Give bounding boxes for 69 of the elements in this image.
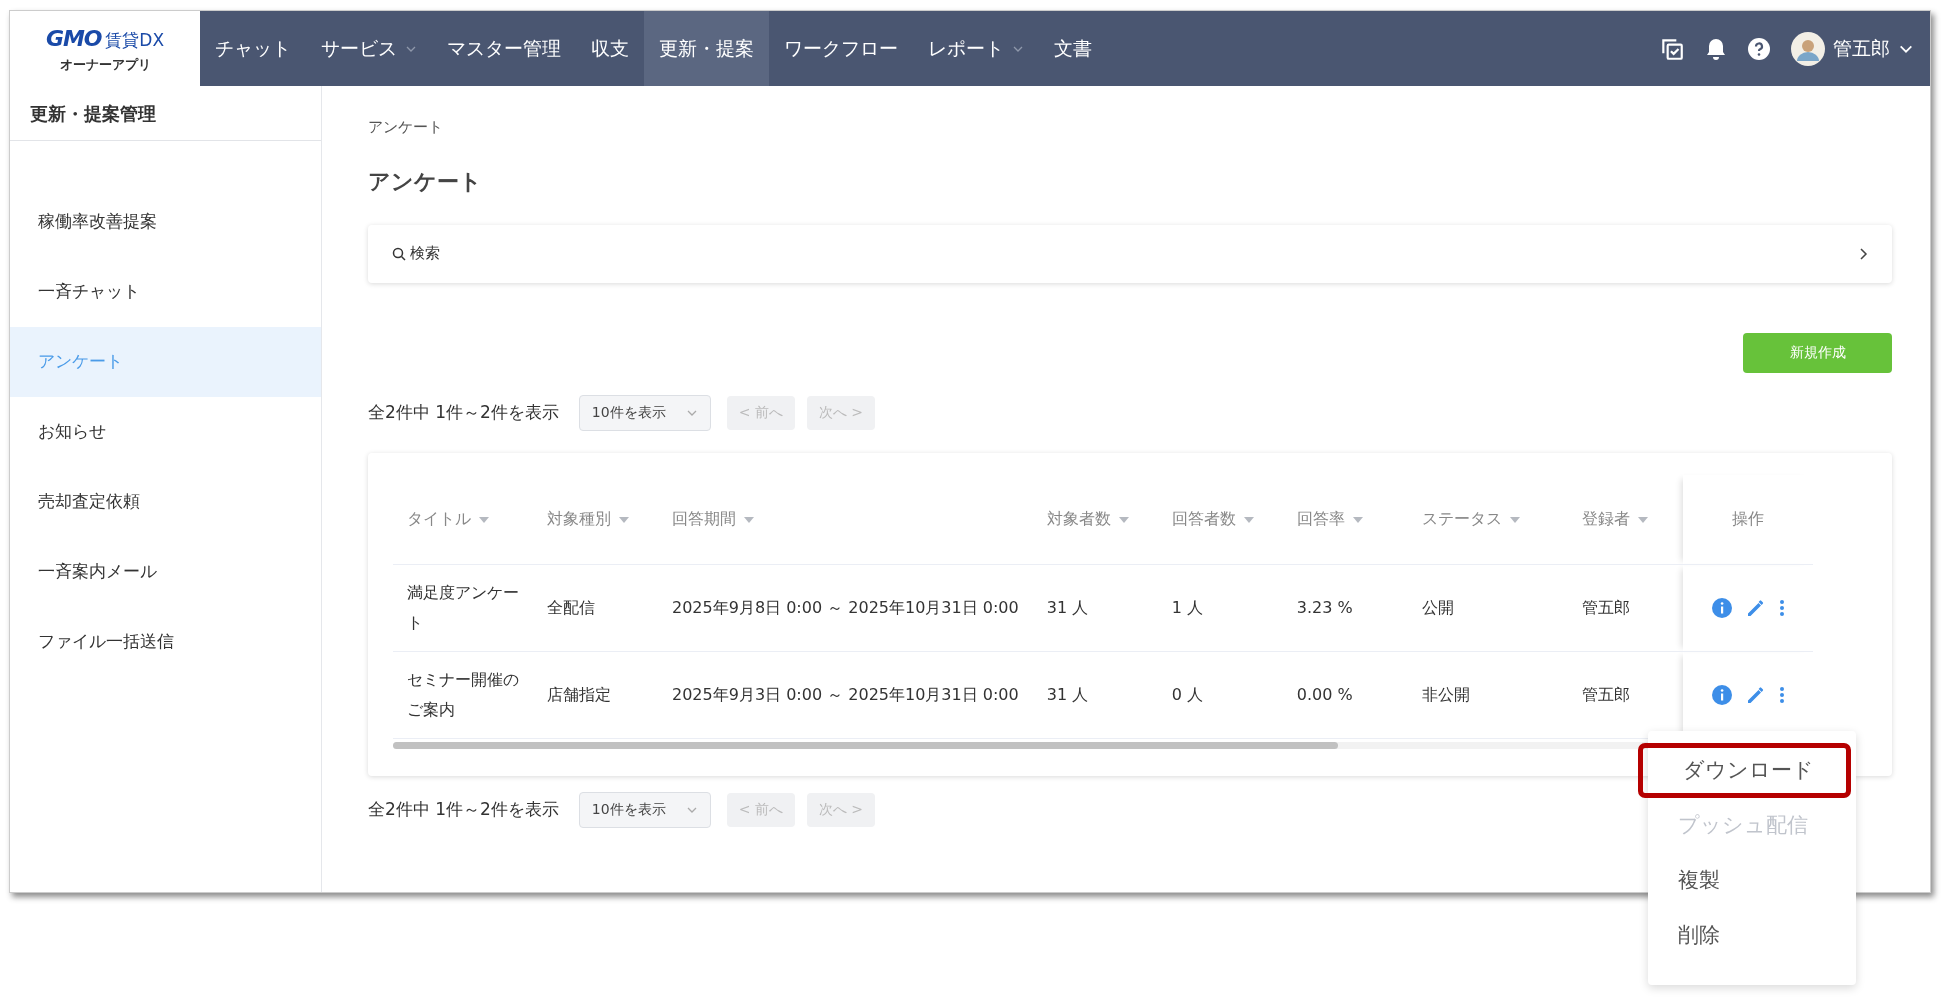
table-cell: 2025年9月3日 0:00 ～ 2025年10月31日 0:00 bbox=[658, 651, 1033, 739]
table-cell: 31 人 bbox=[1032, 564, 1158, 652]
menu-item[interactable]: 削除 bbox=[1648, 908, 1856, 963]
table-cell: 店舗指定 bbox=[533, 651, 658, 739]
column-header[interactable]: 対象種別 bbox=[533, 474, 658, 565]
table-cell: 全配信 bbox=[533, 564, 658, 652]
page-title: アンケート bbox=[368, 167, 483, 196]
menu-item[interactable]: 複製 bbox=[1648, 853, 1856, 908]
column-header[interactable]: 回答者数 bbox=[1157, 474, 1283, 565]
nav-tab[interactable]: マスター管理 bbox=[432, 11, 576, 86]
table-cell: 2025年9月8日 0:00 ～ 2025年10月31日 0:00 bbox=[658, 564, 1033, 652]
nav-tab[interactable]: 文書 bbox=[1039, 11, 1107, 86]
sidebar-title: 更新・提案管理 bbox=[30, 101, 156, 126]
nav-tab[interactable]: レポート bbox=[913, 11, 1039, 86]
nav-tab[interactable]: チャット bbox=[200, 11, 306, 86]
help-icon[interactable] bbox=[1747, 36, 1771, 61]
sidebar-item[interactable]: 一斉チャット bbox=[10, 257, 321, 327]
nav-tab[interactable]: 更新・提案 bbox=[644, 11, 769, 86]
column-header[interactable]: 対象者数 bbox=[1032, 474, 1158, 565]
sort-icon[interactable] bbox=[479, 516, 489, 523]
info-icon[interactable] bbox=[1710, 684, 1733, 706]
avatar-icon bbox=[1791, 31, 1825, 66]
column-header[interactable]: 操作 bbox=[1682, 474, 1813, 565]
sort-icon[interactable] bbox=[744, 516, 754, 523]
sort-icon[interactable] bbox=[1352, 516, 1363, 523]
table-cell: 公開 bbox=[1407, 564, 1568, 652]
result-summary: 全2件中 1件～2件を表示 bbox=[368, 797, 559, 821]
bell-icon[interactable] bbox=[1705, 36, 1727, 61]
user-menu[interactable]: 管五郎 bbox=[1791, 31, 1914, 66]
column-header[interactable]: ステータス bbox=[1407, 474, 1568, 565]
table-cell: 管五郎 bbox=[1567, 564, 1683, 652]
page-size-select[interactable]: 10件を表示 bbox=[578, 394, 711, 431]
table-cell: 満足度アンケート bbox=[393, 564, 533, 652]
sidebar-item[interactable]: ファイル一括送信 bbox=[10, 607, 321, 677]
menu-item[interactable]: ダウンロード bbox=[1638, 743, 1851, 798]
more-icon[interactable] bbox=[1778, 686, 1785, 704]
result-summary: 全2件中 1件～2件を表示 bbox=[368, 400, 559, 424]
logo[interactable]: GMO 賃貸DX オーナーアプリ bbox=[10, 11, 200, 86]
search-panel[interactable]: 検索 bbox=[368, 224, 1892, 283]
nav-tab[interactable]: 収支 bbox=[576, 11, 644, 86]
table-cell: 0 人 bbox=[1157, 651, 1283, 739]
sidebar-item[interactable]: 売却査定依頼 bbox=[10, 467, 321, 537]
sort-icon[interactable] bbox=[1637, 516, 1648, 523]
table-cell: 0.00 % bbox=[1282, 651, 1408, 739]
table-cell: 3.23 % bbox=[1282, 564, 1408, 652]
sort-icon[interactable] bbox=[1509, 516, 1520, 523]
page-size-select[interactable]: 10件を表示 bbox=[578, 791, 711, 828]
column-header[interactable]: 回答期間 bbox=[658, 474, 1033, 565]
search-icon bbox=[392, 246, 406, 261]
table-cell: 31 人 bbox=[1032, 651, 1158, 739]
chevron-right-icon bbox=[1858, 246, 1868, 261]
table-cell: 管五郎 bbox=[1567, 651, 1683, 739]
sort-icon[interactable] bbox=[1243, 516, 1254, 523]
nav-tab[interactable]: ワークフロー bbox=[769, 11, 913, 86]
sidebar-item[interactable]: お知らせ bbox=[10, 397, 321, 467]
sidebar-item[interactable]: 一斉案内メール bbox=[10, 537, 321, 607]
column-header[interactable]: 登録者 bbox=[1567, 474, 1683, 565]
sidebar-item[interactable]: 稼働率改善提案 bbox=[10, 187, 321, 257]
info-icon[interactable] bbox=[1710, 597, 1733, 619]
table-cell: 1 人 bbox=[1157, 564, 1283, 652]
table-cell: 非公開 bbox=[1407, 651, 1568, 739]
column-header[interactable]: 回答率 bbox=[1282, 474, 1408, 565]
table-cell: セミナー開催のご案内 bbox=[393, 651, 533, 739]
breadcrumb-item[interactable]: アンケート bbox=[368, 116, 443, 139]
nav-tab[interactable]: サービス bbox=[306, 11, 432, 86]
sort-icon[interactable] bbox=[619, 516, 629, 523]
sort-icon[interactable] bbox=[1118, 516, 1129, 523]
column-header[interactable]: タイトル bbox=[393, 474, 533, 565]
more-icon[interactable] bbox=[1778, 599, 1785, 617]
